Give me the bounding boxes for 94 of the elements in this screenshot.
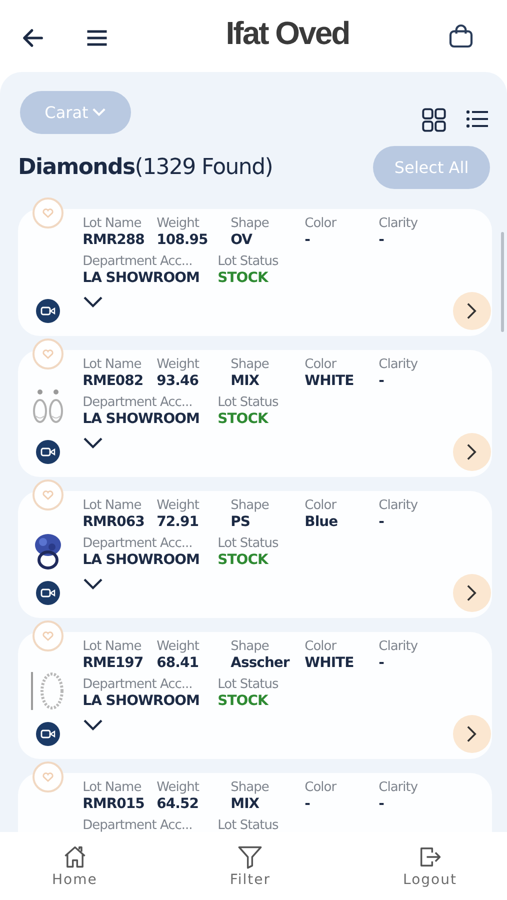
field-label: Lot Status — [218, 254, 278, 269]
field-label: Department Acc... — [82, 677, 192, 692]
video-camera-icon[interactable] — [36, 440, 60, 464]
nav-tab[interactable]: Logout — [403, 844, 457, 892]
lot-status: STOCK — [218, 411, 268, 427]
field-label: Lot Name — [82, 639, 142, 654]
field-value: 108.95 — [156, 232, 208, 248]
field-label: Lot Status — [218, 536, 278, 551]
field-value: LA SHOWROOM — [82, 552, 200, 568]
field-value: PS — [230, 514, 250, 530]
field-label: Color — [304, 357, 336, 372]
field-value: - — [304, 232, 310, 248]
field-value: RME082 — [82, 373, 144, 389]
field-value: LA SHOWROOM — [82, 411, 200, 427]
video-camera-icon[interactable] — [36, 299, 60, 323]
chevron-right-icon — [466, 443, 478, 461]
field-value: RMR063 — [82, 514, 144, 530]
next-button[interactable] — [452, 574, 491, 612]
field-label: Color — [304, 498, 336, 513]
field-label: Clarity — [378, 780, 418, 795]
app-title: Ifat Oved — [226, 14, 350, 52]
field-value: MIX — [230, 373, 260, 389]
field-label: Shape — [230, 498, 269, 513]
grid-view-icon[interactable] — [421, 107, 447, 133]
field-value: RME197 — [82, 655, 144, 671]
field-value: LA SHOWROOM — [82, 693, 200, 709]
nav-tab[interactable]: Home — [52, 844, 98, 892]
field-label: Department Acc... — [82, 536, 192, 551]
expand-chevron-icon[interactable] — [82, 296, 103, 308]
field-value: RMR288 — [82, 232, 144, 248]
field-label: Color — [304, 780, 336, 795]
field-value: 72.91 — [156, 514, 198, 530]
video-camera-icon[interactable] — [36, 722, 60, 746]
field-label: Shape — [230, 216, 269, 231]
home-icon — [62, 844, 88, 870]
filter-icon — [237, 844, 264, 870]
field-label: Shape — [230, 357, 269, 372]
field-value: RMR015 — [82, 796, 144, 812]
field-label: Lot Name — [82, 780, 142, 795]
field-label: Clarity — [378, 639, 418, 654]
field-label: Color — [304, 216, 336, 231]
field-value: WHITE — [304, 655, 354, 671]
chevron-right-icon — [466, 725, 478, 743]
shopping-bag-icon[interactable] — [447, 22, 475, 50]
next-button[interactable] — [452, 292, 491, 330]
field-value: 93.46 — [156, 373, 198, 389]
field-value: - — [378, 796, 384, 812]
field-value: - — [304, 796, 310, 812]
field-value: OV — [230, 232, 252, 248]
lot-status: STOCK — [218, 552, 268, 568]
field-value: Asscher — [230, 655, 290, 671]
field-label: Lot Status — [218, 818, 278, 832]
field-label: Lot Status — [218, 395, 278, 410]
field-label: Shape — [230, 780, 269, 795]
field-label: Clarity — [378, 216, 418, 231]
field-label: Weight — [156, 639, 199, 654]
field-value: MIX — [230, 796, 260, 812]
field-label: Lot Name — [82, 357, 142, 372]
field-value: - — [378, 373, 384, 389]
results-heading: Diamonds(1329 Found) — [18, 155, 273, 180]
field-label: Weight — [156, 357, 199, 372]
field-value: 64.52 — [156, 796, 198, 812]
field-label: Lot Status — [218, 677, 278, 692]
expand-chevron-icon[interactable] — [82, 437, 103, 449]
lot-status: STOCK — [218, 693, 268, 709]
field-label: Department Acc... — [82, 818, 192, 832]
field-label: Weight — [156, 780, 199, 795]
field-value: LA SHOWROOM — [82, 270, 200, 286]
expand-chevron-icon[interactable] — [82, 719, 103, 731]
field-label: Department Acc... — [82, 395, 192, 410]
field-label: Shape — [230, 639, 269, 654]
field-label: Clarity — [378, 357, 418, 372]
expand-chevron-icon[interactable] — [82, 578, 103, 590]
video-camera-icon[interactable] — [36, 581, 60, 605]
nav-tab[interactable]: Filter — [230, 844, 271, 892]
field-value: 68.41 — [156, 655, 198, 671]
lot-status: STOCK — [218, 270, 268, 286]
field-value: - — [378, 232, 384, 248]
field-label: Lot Name — [82, 498, 142, 513]
field-value: Blue — [304, 514, 338, 530]
chevron-right-icon — [466, 584, 478, 602]
field-value: WHITE — [304, 373, 354, 389]
next-button[interactable] — [452, 433, 491, 471]
field-value: - — [378, 514, 384, 530]
field-label: Weight — [156, 216, 199, 231]
field-label: Clarity — [378, 498, 418, 513]
field-label: Color — [304, 639, 336, 654]
chevron-down-icon — [92, 108, 106, 117]
field-label: Lot Name — [82, 216, 142, 231]
field-value: - — [378, 655, 384, 671]
next-button[interactable] — [452, 715, 491, 753]
field-label: Weight — [156, 498, 199, 513]
field-label: Department Acc... — [82, 254, 192, 269]
chevron-right-icon — [466, 302, 478, 320]
